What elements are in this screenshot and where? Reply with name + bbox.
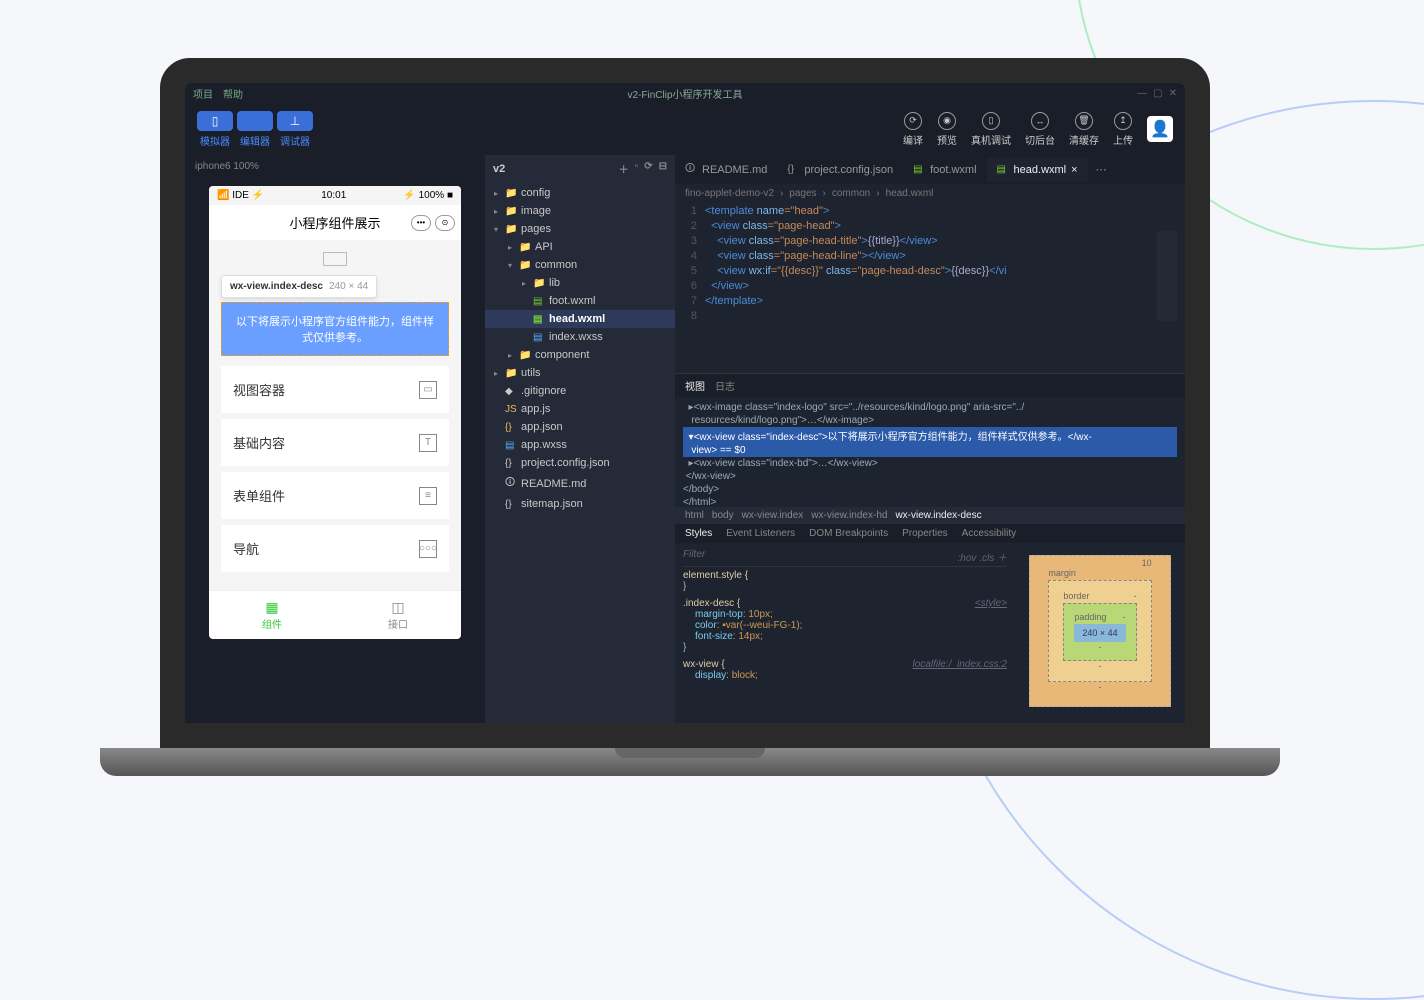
new-file-icon[interactable]: ＋ (619, 161, 629, 176)
tree-item[interactable]: ▤head.wxml (485, 310, 675, 328)
list-item[interactable]: 导航○○○ (221, 525, 449, 572)
app-title-bar: 小程序组件展示 ••• ⊙ (209, 205, 461, 240)
item-icon: ≡ (419, 487, 437, 505)
styles-tab[interactable]: Accessibility (962, 528, 1016, 539)
tree-item[interactable]: JSapp.js (485, 400, 675, 418)
breadcrumb: fino-applet-demo-v2›pages›common›head.wx… (675, 184, 1185, 203)
tree-item[interactable]: ▤app.wxss (485, 436, 675, 454)
phone-preview: 📶 IDE ⚡ 10:01 ⚡ 100% ■ 小程序组件展示 ••• ⊙ wx-… (209, 186, 461, 639)
close-icon[interactable]: ✕ (1169, 88, 1177, 99)
close-capsule-icon[interactable]: ⊙ (435, 215, 455, 231)
code-editor[interactable]: 12345678 <template name="head"> <view cl… (675, 203, 1185, 373)
tree-item[interactable]: ▸📁image (485, 202, 675, 220)
file-explorer: v2 ＋ ▫ ⟳ ⊟ ▸📁config ▸📁image ▾📁pages ▸📁AP… (485, 155, 675, 723)
top-toolbar: ▯模拟器 编辑器 ⊥调试器 ⟳编译 ◉预览 ▯真机调试 ↔切后台 🗑清缓存 ↥上… (185, 103, 1185, 155)
laptop-frame: 项目 帮助 v2-FinClip小程序开发工具 — ▢ ✕ ▯模拟器 编辑器 ⊥… (160, 58, 1220, 776)
action-button[interactable]: 🗑清缓存 (1069, 112, 1099, 147)
device-info: iphone6 100% (185, 155, 485, 178)
tree-item[interactable]: ▸📁utils (485, 364, 675, 382)
action-button[interactable]: ⟳编译 (903, 112, 923, 147)
tree-item[interactable]: ▸📁API (485, 238, 675, 256)
styles-tab[interactable]: Properties (902, 528, 948, 539)
tree-item[interactable]: ▾📁common (485, 256, 675, 274)
maximize-icon[interactable]: ▢ (1153, 88, 1162, 99)
list-item[interactable]: 视图容器▭ (221, 366, 449, 413)
tree-item[interactable]: ◆.gitignore (485, 382, 675, 400)
action-button[interactable]: ↔切后台 (1025, 112, 1055, 147)
window-title: v2-FinClip小程序开发工具 (627, 86, 742, 101)
phone-statusbar: 📶 IDE ⚡ 10:01 ⚡ 100% ■ (209, 186, 461, 205)
titlebar: 项目 帮助 v2-FinClip小程序开发工具 — ▢ ✕ (185, 83, 1185, 103)
simulator-panel: iphone6 100% 📶 IDE ⚡ 10:01 ⚡ 100% ■ 小程序组… (185, 155, 485, 723)
explorer-root[interactable]: v2 (493, 163, 505, 175)
list-item[interactable]: 表单组件≡ (221, 472, 449, 519)
logo-placeholder (323, 252, 347, 266)
tree-item[interactable]: ▸📁component (485, 346, 675, 364)
mode-button-2[interactable]: ⊥调试器 (277, 111, 313, 148)
tree-item[interactable]: ▸📁lib (485, 274, 675, 292)
phone-tab[interactable]: ◫接口 (335, 591, 461, 639)
item-icon: ○○○ (419, 540, 437, 558)
item-icon: T (419, 434, 437, 452)
tree-item[interactable]: {}sitemap.json (485, 495, 675, 513)
action-button[interactable]: ▯真机调试 (971, 112, 1011, 147)
box-model: margin 10 border - padding - 240 × 44 - … (1015, 543, 1185, 723)
dom-breadcrumb[interactable]: htmlbodywx-view.indexwx-view.index-hdwx-… (675, 507, 1185, 524)
editor-tab[interactable]: ▤foot.wxml (903, 158, 986, 182)
editor-tab[interactable]: 🛈README.md (675, 155, 777, 184)
devtools-tabs: Styles Event Listeners DOM Breakpoints Prop… (675, 524, 1185, 543)
action-button[interactable]: ↥上传 (1113, 112, 1133, 147)
mode-button-1[interactable]: 编辑器 (237, 111, 273, 148)
menu-project[interactable]: 项目 (193, 86, 213, 101)
editor-tab[interactable]: ▤head.wxml× (987, 158, 1088, 182)
styles-tab[interactable]: DOM Breakpoints (809, 528, 888, 539)
tree-item[interactable]: ▤foot.wxml (485, 292, 675, 310)
tree-item[interactable]: ▤index.wxss (485, 328, 675, 346)
camera-notch (681, 67, 689, 75)
tree-item[interactable]: {}project.config.json (485, 454, 675, 472)
styles-panel[interactable]: Filter :hov .cls ＋ element.style { } .in… (675, 543, 1015, 723)
tree-item[interactable]: ▸📁config (485, 184, 675, 202)
devtools-top-tab[interactable]: 视图 (685, 378, 705, 393)
minimap[interactable] (1157, 231, 1177, 321)
avatar[interactable]: 👤 (1147, 116, 1173, 142)
editor-tab[interactable]: {}project.config.json (777, 158, 903, 182)
new-folder-icon[interactable]: ▫ (635, 161, 639, 176)
devtools-top-tab[interactable]: 日志 (715, 378, 735, 393)
editor-area: 🛈README.md {}project.config.json ▤foot.w… (675, 155, 1185, 723)
tree-item[interactable]: ▾📁pages (485, 220, 675, 238)
more-icon[interactable]: ••• (411, 215, 431, 231)
refresh-icon[interactable]: ⟳ (644, 161, 652, 176)
style-toggles[interactable]: :hov .cls ＋ (958, 549, 1007, 564)
tab-overflow-icon[interactable]: ⋯ (1088, 163, 1115, 176)
menu-help[interactable]: 帮助 (223, 86, 243, 101)
minimize-icon[interactable]: — (1137, 88, 1147, 99)
tree-item[interactable]: 🛈README.md (485, 472, 675, 495)
styles-tab[interactable]: Event Listeners (726, 528, 795, 539)
close-tab-icon[interactable]: × (1071, 164, 1077, 176)
item-icon: ▭ (419, 381, 437, 399)
action-button[interactable]: ◉预览 (937, 112, 957, 147)
mode-button-0[interactable]: ▯模拟器 (197, 111, 233, 148)
styles-tab[interactable]: Styles (685, 528, 712, 539)
dom-inspector[interactable]: ▸<wx-image class="index-logo" src="../re… (675, 397, 1185, 507)
filter-input[interactable]: Filter (683, 549, 705, 564)
inspector-tooltip: wx-view.index-desc 240 × 44 (221, 275, 377, 298)
devtools: 视图日志 ▸<wx-image class="index-logo" src="… (675, 373, 1185, 723)
collapse-icon[interactable]: ⊟ (659, 161, 667, 176)
tree-item[interactable]: {}app.json (485, 418, 675, 436)
ide-window: 项目 帮助 v2-FinClip小程序开发工具 — ▢ ✕ ▯模拟器 编辑器 ⊥… (185, 83, 1185, 723)
selected-element[interactable]: 以下将展示小程序官方组件能力，组件样式仅供参考。 (221, 302, 449, 356)
phone-tab[interactable]: ▦组件 (209, 591, 335, 639)
list-item[interactable]: 基础内容T (221, 419, 449, 466)
